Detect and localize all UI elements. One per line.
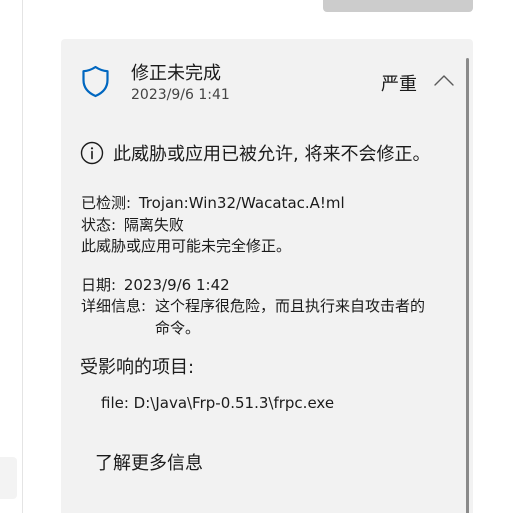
date-value: 2023/9/6 1:42 (123, 276, 230, 294)
learn-more-link[interactable]: 了解更多信息 (95, 449, 203, 475)
affected-file-item: file: D:\Java\Frp-0.51.3\frpc.exe (101, 394, 335, 412)
status-row: 状态: 隔离失败 (81, 215, 184, 235)
affected-items-heading: 受影响的项目: (80, 357, 195, 378)
info-icon (80, 141, 104, 165)
detected-row: 已检测: Trojan:Win32/Wacatac.A!ml (81, 193, 345, 213)
details-label: 详细信息: (81, 297, 147, 315)
card-scrollbar[interactable] (466, 58, 469, 513)
security-page: 修正未完成 2023/9/6 1:41 严重 此威胁或应用已被允许, 将来不会修… (0, 0, 523, 513)
remediation-note: 此威胁或应用可能未完全修正。 (81, 237, 292, 255)
navigation-divider (22, 0, 23, 513)
shield-icon (82, 65, 109, 98)
severity-label: 严重 (381, 74, 417, 95)
threat-title: 修正未完成 (131, 63, 221, 84)
status-label: 状态: (81, 216, 117, 234)
navigation-item-stub[interactable] (0, 457, 17, 499)
details-value-line-1: 这个程序很危险，而且执行来自攻击者的 (155, 297, 426, 315)
details-value-line-2: 命令。 (155, 319, 201, 337)
top-action-button[interactable] (323, 0, 473, 12)
detected-value: Trojan:Win32/Wacatac.A!ml (138, 194, 345, 212)
chevron-up-icon[interactable] (433, 73, 455, 87)
detected-label: 已检测: (81, 194, 132, 212)
date-label: 日期: (81, 276, 117, 294)
date-row: 日期: 2023/9/6 1:42 (81, 275, 230, 295)
threat-timestamp: 2023/9/6 1:41 (131, 87, 230, 103)
status-value: 隔离失败 (123, 216, 184, 234)
allowed-warning-text: 此威胁或应用已被允许, 将来不会修正。 (113, 144, 431, 165)
